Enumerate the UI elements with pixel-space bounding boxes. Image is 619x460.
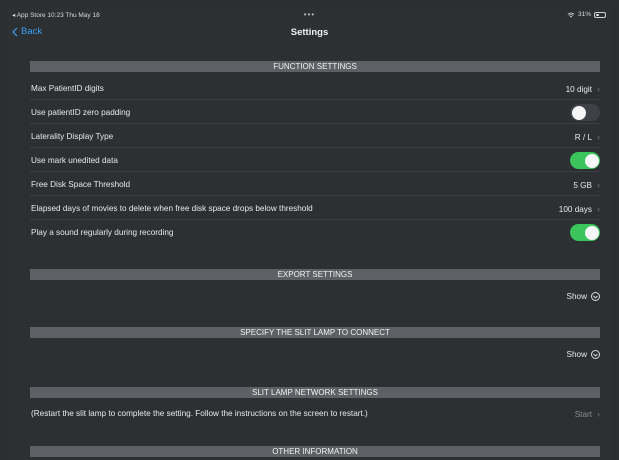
row-network-restart: (Restart the slit lamp to complete the s… [30,401,600,425]
row-value: 10 digit › [566,84,600,94]
row-label: Play a sound regularly during recording [31,228,174,237]
elapsed-days-value: 100 days [558,204,592,214]
row-label: Use patientID zero padding [31,108,131,117]
row-mark-unedited: Use mark unedited data [30,148,600,172]
laterality-display-value: R / L [574,132,592,142]
section-header-slit-lamp: SPECIFY THE SLIT LAMP TO CONNECT [30,327,600,338]
chevron-right-icon: › [597,84,600,94]
row-value: 5 GB › [573,180,600,190]
chevron-down-circle-icon [591,292,600,301]
multitasking-dots[interactable]: ••• [7,10,612,19]
show-label: Show [566,292,587,301]
row-label: Max PatientID digits [31,84,104,93]
row-label: Elapsed days of movies to delete when fr… [31,204,313,213]
wifi-icon [567,12,575,18]
row-export-settings: Show [30,284,600,308]
row-label: Use mark unedited data [31,156,118,165]
toggle-knob [584,225,599,240]
chevron-right-icon: › [597,132,600,142]
battery-percent: 31% [577,11,591,18]
zero-padding-toggle[interactable] [570,104,600,121]
battery-icon [594,11,606,18]
start-label: Start [574,409,592,419]
row-zero-padding: Use patientID zero padding [30,100,600,124]
slit-lamp-show-button[interactable]: Show [567,350,600,359]
row-free-disk-space-threshold[interactable]: Free Disk Space Threshold 5 GB › [30,172,600,196]
section-header-export: EXPORT SETTINGS [30,269,600,280]
row-max-patientid-digits[interactable]: Max PatientID digits 10 digit › [30,76,600,100]
row-value: R / L › [575,132,600,142]
row-slit-lamp-connect: Show [30,342,600,366]
row-laterality-display-type[interactable]: Laterality Display Type R / L › [30,124,600,148]
row-label: Free Disk Space Threshold [31,180,131,189]
row-play-sound: Play a sound regularly during recording [30,220,600,244]
section-header-function: FUNCTION SETTINGS [30,61,600,72]
status-right: 31% [567,11,606,18]
play-sound-toggle[interactable] [570,224,600,241]
row-value: 100 days › [559,204,600,214]
navigation-bar: Back Settings [7,22,612,44]
chevron-right-icon: › [597,204,600,214]
row-label: Laterality Display Type [31,132,114,141]
chevron-right-icon: › [597,180,600,190]
page-title: Settings [290,27,329,38]
status-bar: ◂ App Store 10:23 Thu May 18 ••• 31% [7,8,612,22]
network-restart-note: (Restart the slit lamp to complete the s… [31,409,368,418]
toggle-knob [571,105,586,120]
export-show-button[interactable]: Show [567,292,600,301]
free-disk-threshold-value: 5 GB [573,180,592,190]
section-header-network: SLIT LAMP NETWORK SETTINGS [30,387,600,398]
max-patientid-digits-value: 10 digit [565,84,592,94]
chevron-down-circle-icon [591,350,600,359]
section-header-other: OTHER INFORMATION [30,446,600,457]
network-start-button[interactable]: Start › [575,409,600,419]
toggle-knob [584,153,599,168]
ipad-screen: ◂ App Store 10:23 Thu May 18 ••• 31% Bac… [7,8,612,460]
battery-fill [596,13,599,16]
show-label: Show [566,350,587,359]
mark-unedited-toggle[interactable] [570,152,600,169]
row-elapsed-days-delete[interactable]: Elapsed days of movies to delete when fr… [30,196,600,220]
chevron-right-icon: › [597,409,600,419]
